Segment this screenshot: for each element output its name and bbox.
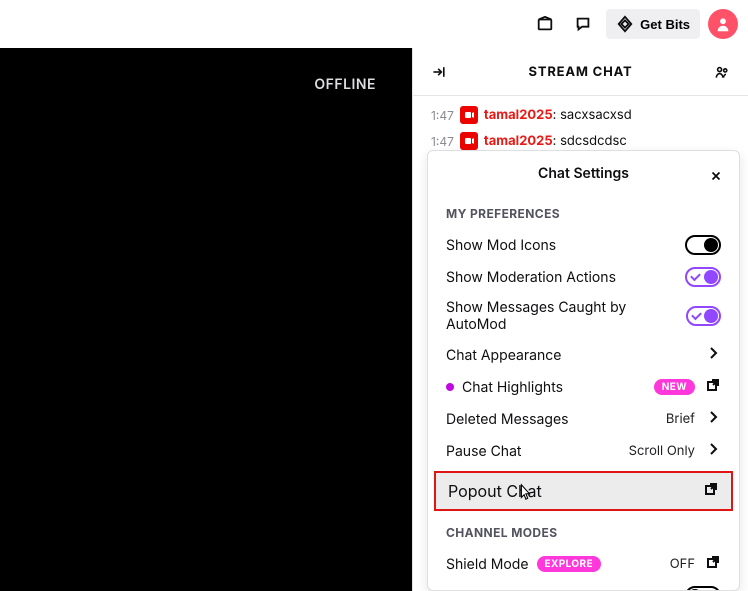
collapse-icon	[431, 62, 447, 82]
row-chat-appearance[interactable]: Chat Appearance	[428, 339, 739, 371]
collapse-chat-button[interactable]	[425, 58, 453, 86]
message-username[interactable]: tamal2025	[484, 133, 553, 149]
toggle-mod-icons[interactable]	[685, 235, 721, 255]
video-player[interactable]: OFFLINE	[0, 48, 412, 591]
external-link-icon	[705, 377, 721, 397]
row-label: Shield Mode	[446, 556, 529, 573]
row-label: Pause Chat	[446, 443, 522, 460]
chat-bubble-icon	[574, 14, 592, 34]
main-area: OFFLINE STREAM CHAT 1:47 tamal2025: sacx…	[0, 48, 748, 591]
row-value: Brief	[666, 411, 695, 427]
bits-icon	[616, 15, 634, 33]
chevron-right-icon	[705, 441, 721, 461]
chevron-right-icon	[705, 345, 721, 365]
close-settings-button[interactable]	[703, 163, 729, 189]
row-label: Emotes-Only Chat	[446, 588, 567, 591]
chat-messages: 1:47 tamal2025: sacxsacxsd 1:47 tamal202…	[413, 96, 748, 154]
message-text: sdcsdcdsc	[560, 133, 627, 149]
highlight-dot-icon	[446, 383, 454, 391]
get-bits-label: Get Bits	[640, 17, 690, 32]
section-my-preferences: MY PREFERENCES	[428, 192, 739, 229]
user-avatar[interactable]	[708, 9, 738, 39]
external-link-icon	[705, 554, 721, 574]
row-value: OFF	[670, 556, 695, 572]
close-icon	[709, 167, 723, 185]
row-emotes-only: Emotes-Only Chat	[428, 580, 739, 591]
message-username[interactable]: tamal2025	[484, 107, 553, 123]
chat-settings-panel: Chat Settings MY PREFERENCES Show Mod Ic…	[427, 150, 740, 591]
chat-title: STREAM CHAT	[453, 64, 708, 80]
broadcaster-badge-icon	[460, 106, 478, 124]
stream-status: OFFLINE	[314, 76, 376, 93]
chevron-right-icon	[705, 409, 721, 429]
message-text: sacxsacxsd	[560, 107, 632, 123]
external-link-icon	[703, 481, 719, 501]
community-button[interactable]	[708, 58, 736, 86]
settings-header: Chat Settings	[428, 165, 739, 192]
row-popout-chat[interactable]: Popout Chat	[434, 471, 733, 511]
toggle-emotes-only[interactable]	[685, 586, 721, 591]
new-badge: NEW	[654, 379, 695, 395]
prime-loot-button[interactable]	[530, 9, 560, 39]
settings-title: Chat Settings	[538, 165, 629, 182]
toggle-automod[interactable]	[686, 306, 721, 326]
broadcaster-badge-icon	[460, 132, 478, 150]
row-label: Show Messages Caught by AutoMod	[446, 299, 686, 333]
top-bar: Get Bits	[0, 0, 748, 48]
row-chat-highlights[interactable]: Chat Highlights NEW	[428, 371, 739, 403]
get-bits-button[interactable]: Get Bits	[606, 9, 700, 39]
message-time: 1:47	[431, 108, 454, 123]
explore-badge: EXPLORE	[537, 556, 601, 572]
row-label: Deleted Messages	[446, 411, 569, 428]
row-label: Show Moderation Actions	[446, 269, 616, 286]
row-shield-mode[interactable]: Shield Mode EXPLORE OFF	[428, 548, 739, 580]
people-icon	[714, 62, 730, 82]
chat-column: STREAM CHAT 1:47 tamal2025: sacxsacxsd 1…	[412, 48, 748, 591]
toggle-mod-actions[interactable]	[685, 267, 721, 287]
row-deleted-messages[interactable]: Deleted Messages Brief	[428, 403, 739, 435]
row-label: Show Mod Icons	[446, 237, 556, 254]
row-label: Popout Chat	[448, 481, 542, 501]
chat-message: 1:47 tamal2025: sacxsacxsd	[431, 102, 738, 128]
chat-header: STREAM CHAT	[413, 48, 748, 96]
row-pause-chat[interactable]: Pause Chat Scroll Only	[428, 435, 739, 467]
row-show-mod-actions: Show Moderation Actions	[428, 261, 739, 293]
person-icon	[714, 15, 732, 33]
row-value: Scroll Only	[629, 443, 695, 459]
crown-icon	[536, 14, 554, 34]
whispers-button[interactable]	[568, 9, 598, 39]
row-automod: Show Messages Caught by AutoMod	[428, 293, 739, 339]
row-label: Chat Appearance	[446, 347, 561, 364]
row-label: Chat Highlights	[462, 379, 563, 396]
message-time: 1:47	[431, 134, 454, 149]
section-channel-modes: CHANNEL MODES	[428, 511, 739, 548]
row-show-mod-icons: Show Mod Icons	[428, 229, 739, 261]
